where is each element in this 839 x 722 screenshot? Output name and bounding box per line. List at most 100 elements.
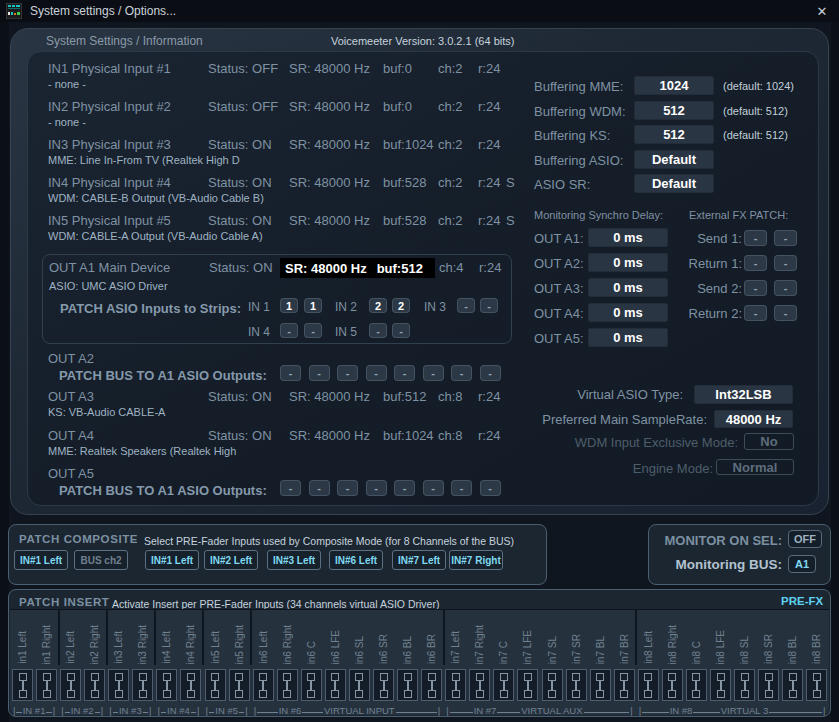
insert-group-separator bbox=[202, 609, 204, 665]
composite-button[interactable]: IN#1 Left bbox=[14, 550, 68, 570]
patch-asio-button[interactable]: 2 bbox=[369, 298, 387, 313]
patch-bus-button[interactable]: - bbox=[337, 480, 358, 496]
insert-checkbox[interactable] bbox=[373, 669, 394, 701]
close-icon[interactable]: ✕ bbox=[813, 2, 831, 20]
patch-bus-button[interactable]: - bbox=[451, 365, 472, 381]
patch-bus-button[interactable]: - bbox=[280, 480, 301, 496]
insert-checkbox[interactable] bbox=[734, 669, 755, 701]
patch-bus-button[interactable]: - bbox=[423, 480, 444, 496]
insert-checkbox[interactable] bbox=[445, 669, 466, 701]
buffering-value[interactable]: 1024 bbox=[634, 76, 714, 95]
insert-checkbox[interactable] bbox=[12, 669, 33, 701]
device-channels: ch:2 bbox=[438, 99, 463, 114]
insert-checkbox[interactable] bbox=[662, 669, 683, 701]
patch-asio-button[interactable]: 2 bbox=[392, 298, 410, 313]
setting-value[interactable]: Int32LSB bbox=[694, 385, 793, 404]
insert-checkbox[interactable] bbox=[253, 669, 274, 701]
insert-checkbox[interactable] bbox=[36, 669, 57, 701]
insert-checkbox[interactable] bbox=[638, 669, 659, 701]
patch-bus-button[interactable]: - bbox=[366, 480, 387, 496]
composite-button[interactable]: IN#3 Left bbox=[267, 550, 321, 570]
buffering-value[interactable]: 512 bbox=[634, 101, 714, 120]
insert-checkbox[interactable] bbox=[397, 669, 418, 701]
patch-asio-in-label: IN 5 bbox=[335, 325, 357, 339]
patch-bus-button[interactable]: - bbox=[309, 480, 330, 496]
buffering-value[interactable]: Default bbox=[634, 150, 714, 169]
fx-button[interactable]: - bbox=[774, 230, 797, 246]
delay-value[interactable]: 0 ms bbox=[588, 328, 668, 347]
composite-button[interactable]: IN#7 Right bbox=[449, 550, 503, 570]
patch-bus-button[interactable]: - bbox=[309, 365, 330, 381]
composite-button[interactable]: IN#1 Left bbox=[145, 550, 199, 570]
setting-value[interactable]: No bbox=[744, 433, 794, 450]
fx-button[interactable]: - bbox=[774, 305, 797, 321]
insert-checkbox[interactable] bbox=[180, 669, 201, 701]
composite-button[interactable]: IN#6 Left bbox=[329, 550, 383, 570]
fx-button[interactable]: - bbox=[744, 280, 767, 296]
patch-bus-button[interactable]: - bbox=[480, 480, 501, 496]
monitor-on-sel-button[interactable]: OFF bbox=[788, 530, 822, 548]
patch-asio-button[interactable]: - bbox=[280, 323, 298, 338]
insert-checkbox[interactable] bbox=[108, 669, 129, 701]
insert-checkbox[interactable] bbox=[566, 669, 587, 701]
composite-button[interactable]: IN#2 Left bbox=[204, 550, 258, 570]
fx-button[interactable]: - bbox=[774, 255, 797, 271]
insert-checkbox[interactable] bbox=[421, 669, 442, 701]
insert-checkbox[interactable] bbox=[60, 669, 81, 701]
monitoring-bus-button[interactable]: A1 bbox=[788, 555, 816, 573]
insert-channel-label: in4 Right bbox=[179, 612, 203, 664]
buffering-value[interactable]: 512 bbox=[634, 125, 714, 144]
patch-bus-button[interactable]: - bbox=[394, 365, 415, 381]
patch-asio-button[interactable]: - bbox=[304, 323, 322, 338]
fx-button[interactable]: - bbox=[774, 280, 797, 296]
insert-checkbox[interactable] bbox=[590, 669, 611, 701]
patch-asio-button[interactable]: 1 bbox=[280, 298, 298, 313]
composite-button[interactable]: IN#7 Left bbox=[392, 550, 446, 570]
patch-asio-button[interactable]: - bbox=[457, 298, 475, 313]
pre-fx-tab[interactable]: PRE-FX bbox=[781, 595, 823, 607]
insert-checkbox[interactable] bbox=[710, 669, 731, 701]
insert-checkbox[interactable] bbox=[301, 669, 322, 701]
setting-value[interactable]: Normal bbox=[716, 459, 794, 475]
insert-checkbox[interactable] bbox=[84, 669, 105, 701]
delay-value[interactable]: 0 ms bbox=[588, 228, 668, 247]
insert-checkbox[interactable] bbox=[782, 669, 803, 701]
composite-button[interactable]: BUS ch2 bbox=[74, 550, 128, 570]
insert-checkbox[interactable] bbox=[517, 669, 538, 701]
fx-button[interactable]: - bbox=[744, 230, 767, 246]
delay-value[interactable]: 0 ms bbox=[588, 253, 668, 272]
fx-button[interactable]: - bbox=[744, 255, 767, 271]
patch-asio-button[interactable]: - bbox=[369, 323, 387, 338]
buffering-value[interactable]: Default bbox=[634, 174, 714, 193]
patch-asio-button[interactable]: 1 bbox=[304, 298, 322, 313]
insert-checkbox[interactable] bbox=[493, 669, 514, 701]
patch-bus-button[interactable]: - bbox=[337, 365, 358, 381]
insert-checkbox[interactable] bbox=[229, 669, 250, 701]
insert-checkbox[interactable] bbox=[132, 669, 153, 701]
insert-checkbox[interactable] bbox=[349, 669, 370, 701]
patch-bus-button[interactable]: - bbox=[280, 365, 301, 381]
insert-checkbox[interactable] bbox=[806, 669, 827, 701]
patch-asio-button[interactable]: - bbox=[480, 298, 498, 313]
fx-button[interactable]: - bbox=[744, 305, 767, 321]
device-name: IN2 Physical Input #2 bbox=[48, 99, 171, 114]
insert-checkbox[interactable] bbox=[469, 669, 490, 701]
insert-checkbox[interactable] bbox=[542, 669, 563, 701]
insert-checkbox[interactable] bbox=[758, 669, 779, 701]
patch-bus-button[interactable]: - bbox=[423, 365, 444, 381]
device-channels: ch:2 bbox=[438, 213, 463, 228]
insert-checkbox[interactable] bbox=[277, 669, 298, 701]
patch-bus-button[interactable]: - bbox=[480, 365, 501, 381]
patch-bus-button[interactable]: - bbox=[366, 365, 387, 381]
insert-checkbox[interactable] bbox=[156, 669, 177, 701]
insert-checkbox[interactable] bbox=[686, 669, 707, 701]
insert-checkbox[interactable] bbox=[205, 669, 226, 701]
setting-value[interactable]: 48000 Hz bbox=[714, 410, 793, 428]
patch-bus-button[interactable]: - bbox=[394, 480, 415, 496]
insert-checkbox[interactable] bbox=[325, 669, 346, 701]
delay-value[interactable]: 0 ms bbox=[588, 303, 668, 322]
delay-value[interactable]: 0 ms bbox=[588, 278, 668, 297]
patch-asio-button[interactable]: - bbox=[392, 323, 410, 338]
insert-checkbox[interactable] bbox=[614, 669, 635, 701]
patch-bus-button[interactable]: - bbox=[451, 480, 472, 496]
